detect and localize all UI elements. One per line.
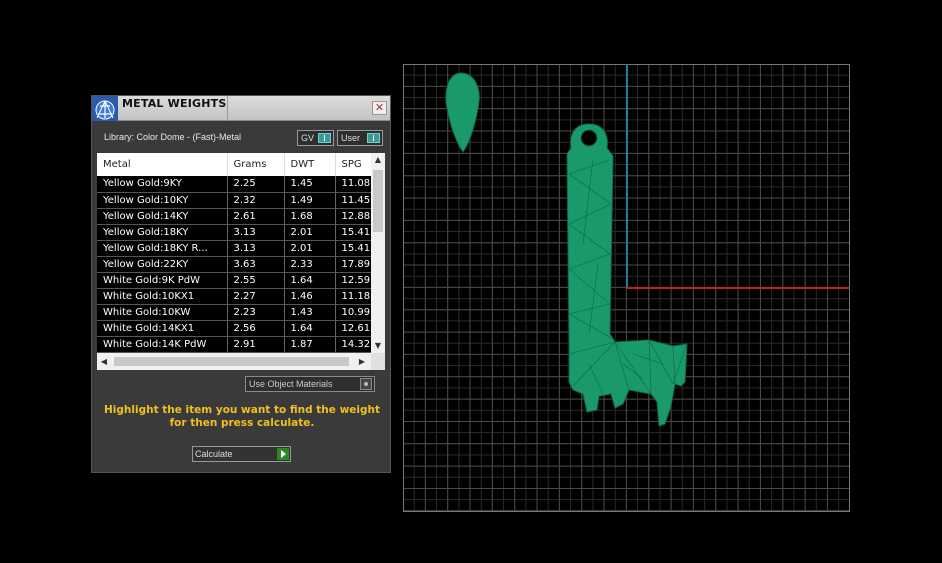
user-toggle-label: User: [341, 133, 361, 143]
cell-grams: 2.91: [227, 336, 285, 353]
title-bar[interactable]: METAL WEIGHTS ✕: [92, 96, 390, 121]
gv-toggle-label: GV: [301, 133, 315, 143]
scroll-up-icon[interactable]: ▲: [371, 153, 385, 167]
instruction-text: Highlight the item you want to find the …: [104, 404, 380, 429]
table-header-row: Metal Grams DWT SPG: [97, 153, 385, 176]
library-label: Library: Color Dome - (Fast)-Metal: [104, 132, 242, 142]
cell-dwt: 1.45: [284, 176, 336, 193]
grid: [403, 64, 850, 512]
table-row[interactable]: Yellow Gold:18KY 3.13 2.01 15.41: [97, 224, 385, 241]
title-divider: [227, 96, 228, 121]
close-icon: ✕: [374, 101, 385, 114]
table-row[interactable]: White Gold:9K PdW 2.55 1.64 12.59: [97, 272, 385, 289]
table-row[interactable]: Yellow Gold:22KY 3.63 2.33 17.89: [97, 256, 385, 273]
scroll-left-icon[interactable]: ◀: [97, 353, 111, 370]
cell-metal: Yellow Gold:14KY: [97, 208, 228, 225]
cell-metal: White Gold:9K PdW: [97, 272, 228, 289]
cell-grams: 2.55: [227, 272, 285, 289]
table-row[interactable]: White Gold:10KX1 2.27 1.46 11.18: [97, 288, 385, 305]
cell-dwt: 1.49: [284, 192, 336, 209]
table-row[interactable]: White Gold:14KX1 2.56 1.64 12.61: [97, 320, 385, 337]
scrollbar-corner: [371, 353, 385, 370]
toggle-switch-icon: [367, 133, 380, 143]
cell-dwt: 1.64: [284, 320, 336, 337]
use-object-materials-label: Use Object Materials: [249, 379, 333, 389]
cell-metal: Yellow Gold:22KY: [97, 256, 228, 273]
cell-metal: White Gold:10KW: [97, 304, 228, 321]
horizontal-scrollbar[interactable]: ◀ ▶: [97, 353, 371, 370]
cell-metal: White Gold:14K PdW: [97, 336, 228, 353]
column-header-dwt[interactable]: DWT: [284, 153, 336, 176]
vertical-scrollbar[interactable]: ▲ ▼: [371, 153, 385, 353]
panel-title: METAL WEIGHTS: [122, 97, 227, 110]
user-toggle[interactable]: User: [337, 130, 383, 146]
calculate-label: Calculate: [195, 449, 233, 459]
app-logo-icon: [92, 96, 118, 121]
cell-grams: 3.13: [227, 240, 285, 257]
cell-grams: 2.56: [227, 320, 285, 337]
gv-toggle[interactable]: GV: [297, 130, 334, 146]
cell-dwt: 1.87: [284, 336, 336, 353]
table-row[interactable]: White Gold:10KW 2.23 1.43 10.99: [97, 304, 385, 321]
cell-dwt: 1.46: [284, 288, 336, 305]
use-object-materials-toggle[interactable]: Use Object Materials: [245, 376, 375, 392]
vertical-scroll-thumb[interactable]: [373, 170, 383, 232]
scroll-right-icon[interactable]: ▶: [355, 353, 369, 370]
gem-model[interactable]: [445, 72, 480, 153]
table-row[interactable]: Yellow Gold:18KY R... 3.13 2.01 15.41: [97, 240, 385, 257]
cell-metal: Yellow Gold:10KY: [97, 192, 228, 209]
table-row[interactable]: Yellow Gold:10KY 2.32 1.49 11.45: [97, 192, 385, 209]
metal-table-container: Metal Grams DWT SPG Yellow Gold:9KY 2.25 1…: [97, 153, 385, 370]
cell-metal: Yellow Gold:9KY: [97, 176, 228, 193]
cell-dwt: 1.64: [284, 272, 336, 289]
cell-grams: 2.32: [227, 192, 285, 209]
table-row[interactable]: Yellow Gold:14KY 2.61 1.68 12.88: [97, 208, 385, 225]
table-row[interactable]: Yellow Gold:9KY 2.25 1.45 11.08: [97, 176, 385, 193]
toggle-switch-icon: [318, 133, 331, 143]
cell-grams: 2.23: [227, 304, 285, 321]
cell-metal: White Gold:14KX1: [97, 320, 228, 337]
radio-icon: [360, 378, 372, 390]
cell-dwt: 2.01: [284, 240, 336, 257]
cell-metal: Yellow Gold:18KY R...: [97, 240, 228, 257]
cell-grams: 2.61: [227, 208, 285, 225]
cell-grams: 3.13: [227, 224, 285, 241]
cell-dwt: 2.33: [284, 256, 336, 273]
scroll-down-icon[interactable]: ▼: [371, 339, 385, 353]
cell-metal: White Gold:10KX1: [97, 288, 228, 305]
column-header-grams[interactable]: Grams: [227, 153, 285, 176]
metal-table: Metal Grams DWT SPG Yellow Gold:9KY 2.25 1…: [97, 153, 385, 353]
cell-grams: 3.63: [227, 256, 285, 273]
metal-weights-panel: METAL WEIGHTS ✕ Library: Color Dome - (F…: [91, 95, 391, 473]
calculate-button[interactable]: Calculate: [192, 446, 291, 462]
cell-grams: 2.27: [227, 288, 285, 305]
cell-dwt: 1.43: [284, 304, 336, 321]
cell-grams: 2.25: [227, 176, 285, 193]
play-icon: [277, 448, 289, 460]
column-header-metal[interactable]: Metal: [97, 153, 228, 176]
viewport-3d[interactable]: [403, 64, 850, 512]
cell-dwt: 2.01: [284, 224, 336, 241]
horizontal-scroll-thumb[interactable]: [114, 357, 349, 366]
cell-metal: Yellow Gold:18KY: [97, 224, 228, 241]
table-row[interactable]: White Gold:14K PdW 2.91 1.87 14.32: [97, 336, 385, 353]
cell-dwt: 1.68: [284, 208, 336, 225]
close-button[interactable]: ✕: [372, 101, 387, 115]
